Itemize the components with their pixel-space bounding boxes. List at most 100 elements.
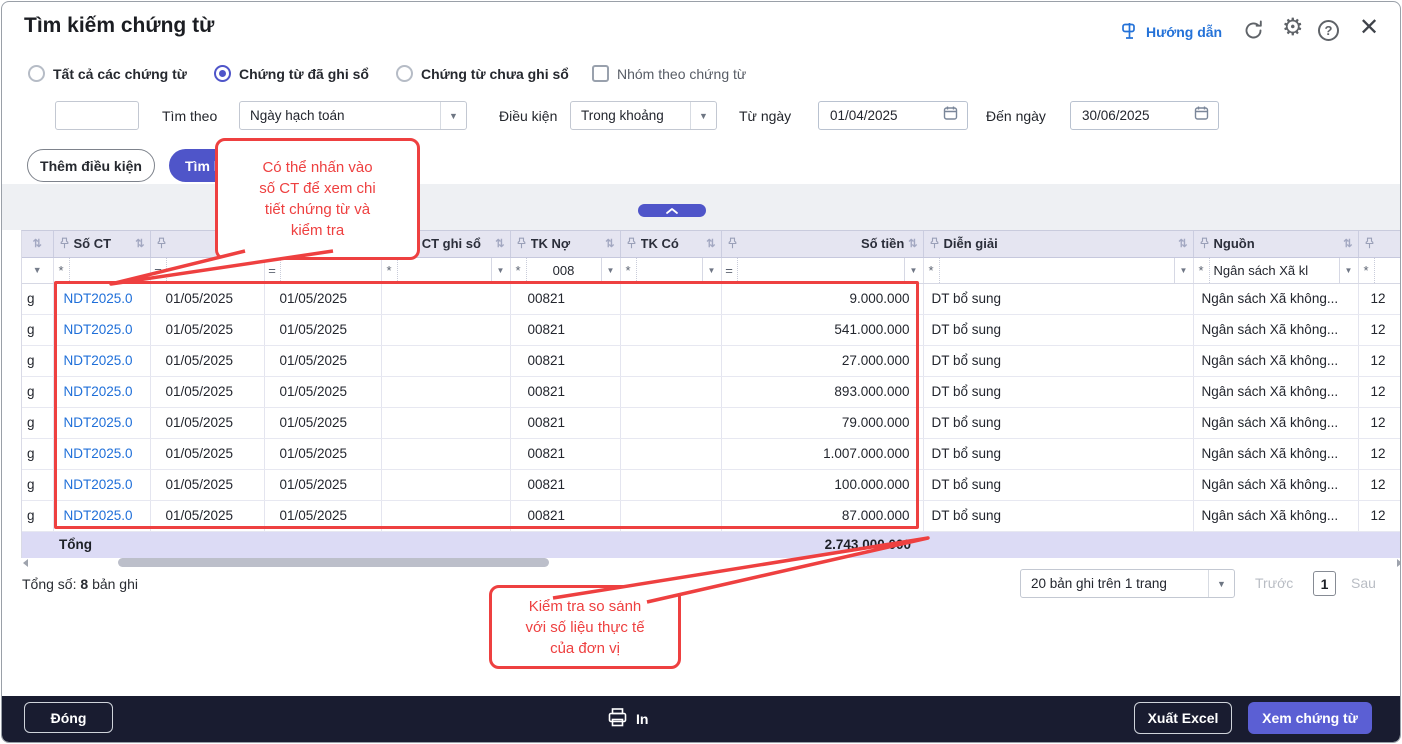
filter-operator[interactable]: * — [924, 263, 939, 278]
filter-extra[interactable]: * — [1358, 257, 1401, 283]
filter-input[interactable]: 008 — [526, 258, 601, 283]
so-ct-link[interactable]: NDT2025.0 — [64, 384, 133, 399]
chevron-down-icon[interactable]: ▼ — [601, 258, 620, 283]
filter-input[interactable] — [166, 258, 264, 283]
header-extra[interactable] — [1358, 231, 1401, 257]
calendar-icon[interactable] — [1194, 105, 1218, 126]
filter-ngay-hach-toan[interactable]: = — [150, 257, 264, 283]
sort-icon[interactable]: ⇅ — [706, 237, 715, 250]
filter-input[interactable] — [939, 258, 1174, 283]
pin-icon[interactable] — [626, 237, 637, 250]
radio-posted-documents[interactable]: Chứng từ đã ghi sổ — [214, 65, 369, 82]
header-tk-co[interactable]: TK Có⇅ — [620, 231, 721, 257]
filter-edge[interactable]: ▼ — [22, 257, 53, 283]
filter-operator[interactable]: * — [382, 263, 397, 278]
filter-operator[interactable]: = — [151, 263, 166, 278]
filter-operator[interactable]: * — [1359, 263, 1374, 278]
filter-tk-no[interactable]: *008▼ — [510, 257, 620, 283]
close-icon[interactable]: ✕ — [1359, 15, 1379, 41]
pin-icon[interactable] — [516, 237, 527, 250]
sort-icon[interactable]: ⇅ — [605, 237, 614, 250]
filter-nguon[interactable]: *Ngân sách Xã kl▼ — [1193, 257, 1358, 283]
filter-input[interactable] — [397, 258, 491, 283]
scroll-right-icon[interactable] — [1397, 559, 1401, 567]
page-size-select[interactable]: 20 bản ghi trên 1 trang ▼ — [1020, 569, 1235, 598]
sort-icon[interactable]: ⇅ — [135, 237, 144, 250]
help-icon[interactable]: ? — [1318, 20, 1339, 41]
chevron-down-icon[interactable]: ▼ — [1339, 258, 1358, 283]
gear-icon[interactable]: ⚙ — [1282, 15, 1304, 41]
chevron-down-icon[interactable]: ▼ — [491, 258, 510, 283]
filter-dien-giai[interactable]: *▼ — [923, 257, 1193, 283]
view-document-button[interactable]: Xem chứng từ — [1248, 702, 1372, 734]
filter-input[interactable] — [636, 258, 702, 283]
filter-operator[interactable]: = — [265, 263, 280, 278]
refresh-icon[interactable] — [1242, 19, 1265, 47]
close-button[interactable]: Đóng — [24, 702, 113, 733]
filter-so-tien[interactable]: =▼ — [721, 257, 923, 283]
so-ct-link[interactable]: NDT2025.0 — [64, 353, 133, 368]
pin-icon[interactable] — [156, 237, 167, 250]
so-ct-link[interactable]: NDT2025.0 — [64, 322, 133, 337]
header-so-tien[interactable]: Số tiền⇅ — [721, 231, 923, 257]
tim-theo-select[interactable]: Ngày hạch toán ▼ — [239, 101, 467, 130]
filter-tk-co[interactable]: *▼ — [620, 257, 721, 283]
radio-circle[interactable] — [28, 65, 45, 82]
chevron-down-icon[interactable]: ▼ — [690, 102, 716, 129]
so-ct-link[interactable]: NDT2025.0 — [64, 415, 133, 430]
header-dien-giai[interactable]: Diễn giải⇅ — [923, 231, 1193, 257]
so-ct-link[interactable]: NDT2025.0 — [64, 291, 133, 306]
chevron-down-icon[interactable]: ▼ — [440, 102, 466, 129]
so-ct-link[interactable]: NDT2025.0 — [64, 477, 133, 492]
header-tk-no[interactable]: TK Nợ⇅ — [510, 231, 620, 257]
filter-ngay-chung-tu[interactable]: = — [264, 257, 381, 283]
horizontal-scrollbar[interactable] — [21, 557, 1401, 569]
collapse-panel-button[interactable] — [638, 204, 706, 217]
so-ct-link[interactable]: NDT2025.0 — [64, 446, 133, 461]
prev-page-button[interactable]: Trước — [1255, 575, 1293, 591]
filter-operator[interactable]: * — [511, 263, 526, 278]
sort-icon[interactable]: ⇅ — [495, 237, 504, 250]
header-nguon[interactable]: Nguồn⇅ — [1193, 231, 1358, 257]
radio-unposted-documents[interactable]: Chứng từ chưa ghi sổ — [396, 65, 569, 82]
next-page-button[interactable]: Sau — [1351, 575, 1376, 591]
chevron-down-icon[interactable]: ▼ — [904, 258, 923, 283]
scrollbar-thumb[interactable] — [118, 558, 549, 567]
so-ct-link[interactable]: NDT2025.0 — [64, 508, 133, 523]
filter-so-ct-ghi-so[interactable]: *▼ — [381, 257, 510, 283]
filter-input[interactable] — [1374, 258, 1402, 283]
filter-input[interactable] — [280, 258, 381, 283]
pin-icon[interactable] — [1199, 237, 1210, 250]
export-excel-button[interactable]: Xuất Excel — [1134, 702, 1232, 734]
dieu-kien-select[interactable]: Trong khoảng ▼ — [570, 101, 717, 130]
sort-icon[interactable]: ⇅ — [908, 237, 917, 250]
pin-icon[interactable] — [1364, 237, 1375, 250]
radio-all-documents[interactable]: Tất cả các chứng từ — [28, 65, 187, 82]
print-button[interactable]: In — [607, 707, 648, 731]
filter-input[interactable]: Ngân sách Xã kl — [1209, 258, 1339, 283]
sort-icon[interactable]: ⇅ — [33, 237, 42, 250]
radio-circle-selected[interactable] — [214, 65, 231, 82]
filter-operator[interactable]: = — [722, 263, 737, 278]
scroll-left-icon[interactable] — [23, 559, 28, 567]
checkbox-group-by-document[interactable]: Nhóm theo chứng từ — [592, 65, 746, 82]
pin-icon[interactable] — [59, 237, 70, 250]
chevron-down-icon[interactable]: ▼ — [1208, 570, 1234, 597]
search-value-input[interactable] — [55, 101, 139, 130]
radio-circle[interactable] — [396, 65, 413, 82]
filter-operator[interactable]: * — [621, 263, 636, 278]
chevron-down-icon[interactable]: ▼ — [702, 258, 721, 283]
pin-icon[interactable] — [929, 237, 940, 250]
from-date-input[interactable]: 01/04/2025 — [818, 101, 968, 130]
add-condition-button[interactable]: Thêm điều kiện — [27, 149, 155, 182]
chevron-down-icon[interactable]: ▼ — [33, 265, 42, 275]
page-number[interactable]: 1 — [1313, 571, 1336, 596]
filter-operator[interactable]: * — [1194, 263, 1209, 278]
to-date-input[interactable]: 30/06/2025 — [1070, 101, 1219, 130]
filter-input[interactable] — [69, 258, 150, 283]
filter-input[interactable] — [737, 258, 904, 283]
filter-operator[interactable]: * — [54, 263, 69, 278]
chevron-down-icon[interactable]: ▼ — [1174, 258, 1193, 283]
calendar-icon[interactable] — [943, 105, 967, 126]
filter-so-ct[interactable]: * — [53, 257, 150, 283]
